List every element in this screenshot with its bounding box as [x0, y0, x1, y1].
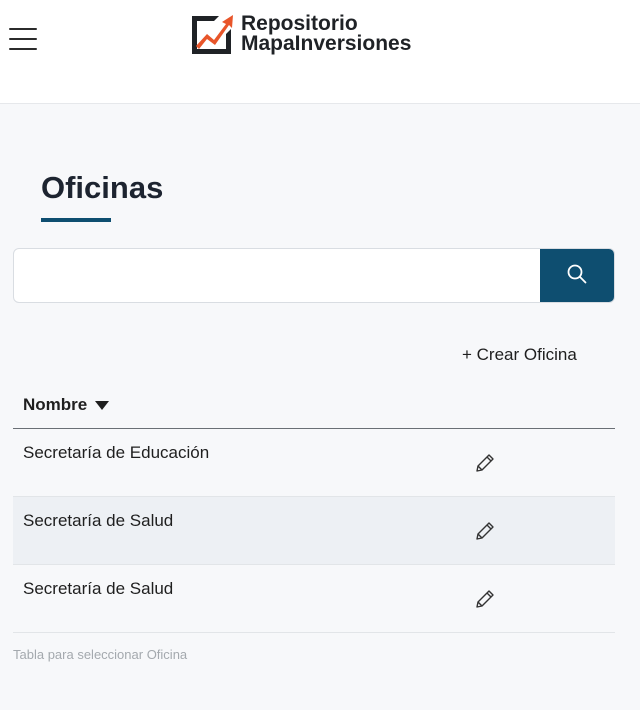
- brand-logo-link[interactable]: Repositorio MapaInversiones: [190, 12, 411, 56]
- hamburger-menu-icon[interactable]: [9, 28, 39, 50]
- sort-descending-icon: [95, 400, 110, 410]
- table-caption: Tabla para seleccionar Oficina: [13, 647, 188, 662]
- logo-icon: [192, 15, 233, 54]
- search-bar: [13, 248, 615, 303]
- office-name-cell: Secretaría de Educación: [23, 443, 210, 462]
- pencil-icon[interactable]: [473, 451, 497, 475]
- column-header-label: Nombre: [23, 395, 88, 414]
- top-header: Repositorio MapaInversiones: [0, 0, 640, 104]
- table-row: Secretaría de Salud: [13, 565, 615, 633]
- create-office-link[interactable]: + Crear Oficina: [462, 345, 577, 365]
- search-input[interactable]: [14, 249, 542, 302]
- office-name-cell: Secretaría de Salud: [23, 579, 174, 598]
- table-row: Secretaría de Educación: [13, 429, 615, 497]
- office-name-cell: Secretaría de Salud: [23, 511, 174, 530]
- offices-table: Nombre Secretaría de Educación Secretarí…: [13, 380, 615, 633]
- search-icon: [567, 264, 587, 284]
- title-underline: [41, 218, 111, 222]
- table-header: Nombre: [13, 380, 615, 429]
- page-title: Oficinas: [41, 170, 164, 205]
- column-header-nombre[interactable]: Nombre: [23, 395, 110, 415]
- brand-line-1: Repositorio: [241, 12, 358, 35]
- brand-line-2: MapaInversiones: [241, 32, 412, 55]
- search-button[interactable]: [540, 249, 614, 302]
- pencil-icon[interactable]: [473, 519, 497, 543]
- pencil-icon[interactable]: [473, 587, 497, 611]
- brand-name: Repositorio MapaInversiones: [241, 12, 412, 55]
- table-row: Secretaría de Salud: [13, 497, 615, 565]
